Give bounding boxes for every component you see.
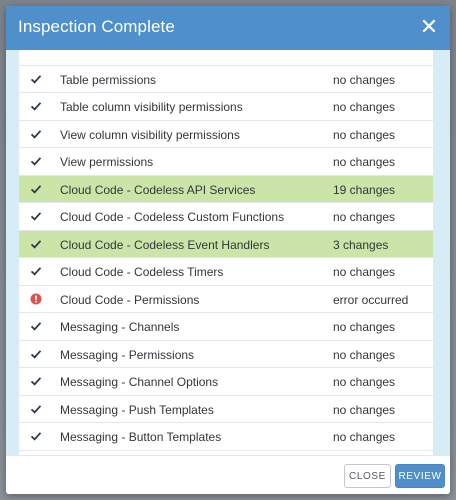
check-icon [30, 432, 42, 441]
check-icon [30, 322, 42, 331]
row-name: Table column visibility permissions [60, 100, 243, 114]
inspection-modal: Inspection Complete ✕ Table permissions n… [6, 6, 450, 494]
table-row: Messaging - Channel Options no changes [19, 368, 433, 396]
table-row: Cloud Code - Codeless Event Handlers 3 ch… [19, 230, 433, 258]
check-icon [30, 102, 42, 111]
row-result: 3 changes [333, 237, 389, 252]
row-result: no changes [333, 265, 396, 279]
row-result: no changes [333, 210, 396, 224]
table-row: View column visibility permissions no cha… [19, 120, 433, 148]
check-icon [30, 404, 42, 414]
scrollbar[interactable] [434, 50, 440, 455]
row-result: no changes [333, 155, 396, 169]
check-icon [30, 129, 42, 139]
inspection-list: Table permissions no changes Table column … [19, 50, 433, 455]
table-row: Cloud Code - Codeless Custom Functions no… [19, 203, 433, 231]
check-icon [30, 212, 42, 221]
check-icon [30, 349, 42, 359]
row-name: Cloud Code - Codeless Timers [60, 265, 224, 279]
check-icon [30, 267, 42, 276]
row-name: Cloud Code - Codeless Event Handlers [60, 237, 270, 252]
row-name: Messaging - Button Templates [60, 430, 222, 444]
modal-body[interactable]: Table permissions no changes Table column … [6, 50, 450, 455]
check-icon [30, 74, 42, 84]
table-row-clipped [19, 50, 433, 66]
check-icon [30, 184, 42, 194]
row-name: Cloud Code - Codeless Custom Functions [60, 210, 285, 224]
table-row: Cloud Code - Codeless API Services 19 cha… [19, 175, 433, 203]
error-icon [30, 293, 42, 304]
table-row: Table permissions no changes [19, 65, 433, 93]
row-name: Table permissions [60, 72, 157, 87]
review-button[interactable]: REVIEW [395, 464, 445, 488]
row-name: Cloud Code - Codeless API Services [60, 182, 256, 197]
row-name: View permissions [60, 155, 154, 169]
row-result: no changes [333, 402, 396, 417]
table-row: Messaging - Permissions no changes [19, 340, 433, 368]
row-result: no changes [333, 127, 396, 142]
modal-title: Inspection Complete [18, 17, 175, 36]
row-result: error occurred [333, 292, 409, 307]
row-name: Messaging - Channels [60, 320, 180, 334]
table-row: Table column visibility permissions no ch… [19, 93, 433, 121]
row-name: Messaging - Channel Options [60, 375, 219, 389]
table-row: Cloud Code - Permissions error occurred [19, 285, 433, 313]
row-result: no changes [333, 375, 396, 389]
row-name: Cloud Code - Permissions [60, 292, 200, 307]
modal-footer: CLOSE REVIEW [6, 455, 450, 494]
row-result: no changes [333, 320, 396, 334]
modal-header: Inspection Complete ✕ [6, 6, 450, 50]
table-row: View permissions no changes [19, 148, 433, 176]
close-button[interactable]: CLOSE [344, 464, 391, 488]
row-name: Messaging - Permissions [60, 347, 195, 362]
close-icon[interactable]: ✕ [416, 14, 442, 40]
row-result: no changes [333, 100, 396, 114]
check-icon [30, 157, 42, 166]
table-row: Messaging - Channels no changes [19, 313, 433, 341]
row-name: View column visibility permissions [60, 127, 240, 142]
row-result: no changes [333, 430, 396, 444]
table-row: Messaging - Button Templates no changes [19, 423, 433, 451]
row-result: no changes [333, 72, 396, 87]
row-name: Messaging - Push Templates [60, 402, 214, 417]
check-icon [30, 377, 42, 386]
row-result: 19 changes [333, 182, 396, 197]
check-icon [30, 239, 42, 249]
row-result: no changes [333, 347, 396, 362]
table-row: Cloud Code - Codeless Timers no changes [19, 258, 433, 286]
table-row: Messaging - Push Templates no changes [19, 395, 433, 423]
